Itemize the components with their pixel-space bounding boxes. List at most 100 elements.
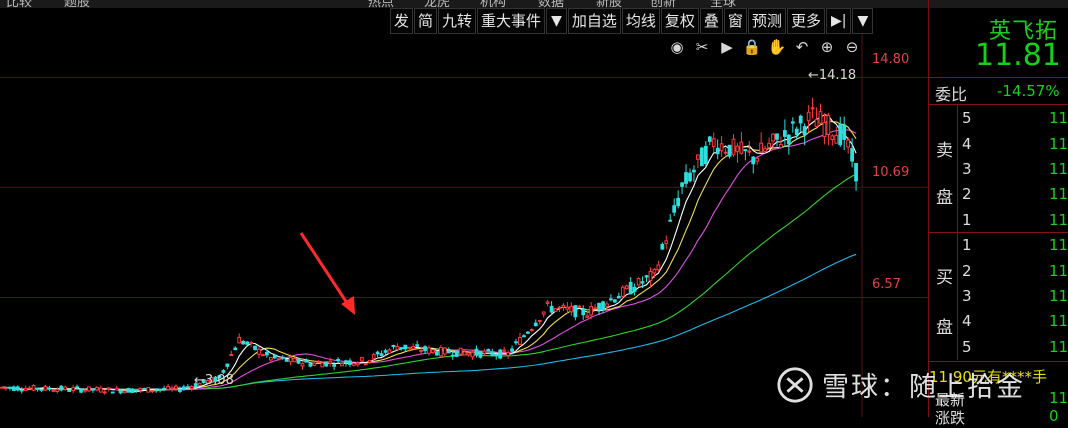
candle-body — [486, 349, 491, 352]
candle-body — [0, 386, 4, 389]
toolbar-button[interactable]: ▶| — [825, 8, 852, 34]
top-nav-fragment[interactable]: 题股 — [64, 0, 90, 8]
candle-body — [43, 385, 48, 391]
toolbar-button[interactable]: 加自选 — [567, 8, 621, 34]
candle-body — [707, 136, 712, 142]
candle-body — [822, 122, 827, 138]
candle-body — [23, 387, 28, 391]
top-nav-fragment[interactable]: 龙虎 — [424, 0, 450, 8]
top-nav-fragment[interactable]: 热点 — [368, 0, 394, 8]
ma60-line — [1, 173, 857, 390]
candle-body — [340, 362, 344, 367]
candle-body — [533, 322, 538, 327]
sell-level-4-price: 11 — [1049, 135, 1068, 153]
candle-body — [711, 138, 716, 147]
buy-label-2: 盘 — [936, 318, 953, 338]
top-nav-fragment[interactable]: 机构 — [480, 0, 506, 8]
candle-body — [470, 351, 475, 358]
candle-body — [557, 306, 562, 309]
candle-body — [806, 111, 811, 122]
candle-body — [826, 115, 831, 135]
buy-level-3: 3 — [962, 287, 972, 305]
candle-body — [253, 345, 257, 351]
sell-level-2-price: 11 — [1049, 185, 1068, 203]
candle-body — [652, 268, 657, 274]
candle-body — [142, 387, 147, 390]
quote-panel: 英飞拓 11.81 委比 -14.57% 卖 盘 5 4 3 2 1 11 11… — [928, 0, 1068, 427]
play-circle-icon[interactable]: ▶ — [716, 37, 738, 57]
undo-icon[interactable]: ↶ — [791, 37, 813, 57]
candle-body — [419, 349, 423, 352]
y-axis-label: 10.69 — [872, 165, 910, 180]
top-nav-fragment[interactable]: 数据 — [538, 0, 564, 8]
candle-body — [537, 319, 542, 322]
candle-body — [585, 315, 590, 318]
top-nav-fragment[interactable]: 比较 — [6, 0, 32, 8]
candle-body — [67, 390, 72, 393]
hand-icon[interactable]: ✋ — [766, 37, 788, 57]
candle-body — [312, 362, 317, 366]
candle-body — [474, 348, 479, 356]
zoom-out-icon[interactable]: ⊖ — [841, 37, 863, 57]
candle-body — [276, 358, 281, 361]
toolbar-button[interactable]: 更多 — [786, 8, 825, 34]
candle-body — [134, 389, 139, 392]
candle-body — [719, 143, 724, 152]
candle-body — [27, 387, 32, 390]
candle-body — [237, 336, 242, 344]
candle-body — [261, 354, 265, 357]
candle-body — [272, 354, 277, 359]
candle-body — [308, 363, 313, 367]
candle-body — [632, 286, 637, 292]
toolbar-button[interactable]: 窗 — [723, 8, 747, 34]
sell-level-4: 4 — [962, 135, 972, 153]
toolbar-button[interactable]: 复权 — [660, 8, 699, 34]
candle-body — [363, 363, 368, 366]
candle-body — [146, 386, 151, 393]
toolbar-button[interactable]: 预测 — [747, 8, 786, 34]
candle-body — [332, 364, 337, 367]
kline-chart[interactable] — [0, 34, 928, 417]
candle-body — [367, 359, 372, 363]
toolbar-button[interactable]: 九转 — [438, 8, 477, 34]
top-nav-fragment[interactable]: 创新 — [650, 0, 676, 8]
candle-body — [502, 349, 507, 352]
candle-body — [846, 139, 851, 148]
top-nav-bar: 比较 题股 热点 龙虎 机构 数据 新股 创新 全球 — [0, 0, 1068, 8]
divider — [957, 104, 958, 232]
lock-icon[interactable]: 🔒 — [741, 37, 763, 57]
candle-body — [838, 124, 843, 146]
candle-body — [241, 340, 246, 345]
change-label: 涨跌 — [935, 409, 966, 427]
candle-body — [59, 385, 64, 391]
candle-body — [300, 363, 305, 367]
toolbar-button[interactable]: 重大事件 — [477, 8, 546, 34]
eye-icon[interactable]: ◉ — [666, 37, 688, 57]
toolbar-button[interactable]: ▼ — [852, 8, 874, 34]
candle-body — [573, 305, 578, 318]
ma120-line — [1, 253, 857, 390]
candle-body — [779, 144, 783, 148]
toolbar-button[interactable]: 均线 — [621, 8, 660, 34]
candle-body — [529, 329, 534, 332]
candle-body — [466, 352, 471, 356]
top-nav-fragment[interactable]: 新股 — [596, 0, 622, 8]
toolbar-button[interactable]: ▼ — [546, 8, 567, 34]
toolbar-button[interactable]: 发 — [390, 8, 414, 34]
candle-body — [680, 182, 684, 187]
candle-body — [549, 305, 554, 313]
toolbar-button[interactable]: 简 — [414, 8, 438, 34]
toolbar-button[interactable]: 叠 — [699, 8, 723, 34]
candle-body — [541, 311, 546, 315]
top-nav-fragment[interactable]: 全球 — [710, 0, 736, 8]
candle-body — [660, 243, 665, 250]
zoom-in-icon[interactable]: ⊕ — [816, 37, 838, 57]
candle-body — [31, 384, 36, 391]
candle-body — [565, 306, 570, 310]
candle-body — [506, 351, 510, 356]
candle-body — [316, 361, 321, 364]
scissors-icon[interactable]: ✂ — [691, 37, 713, 57]
candle-body — [688, 172, 692, 182]
candle-body — [431, 349, 435, 353]
candle-body — [328, 360, 333, 364]
